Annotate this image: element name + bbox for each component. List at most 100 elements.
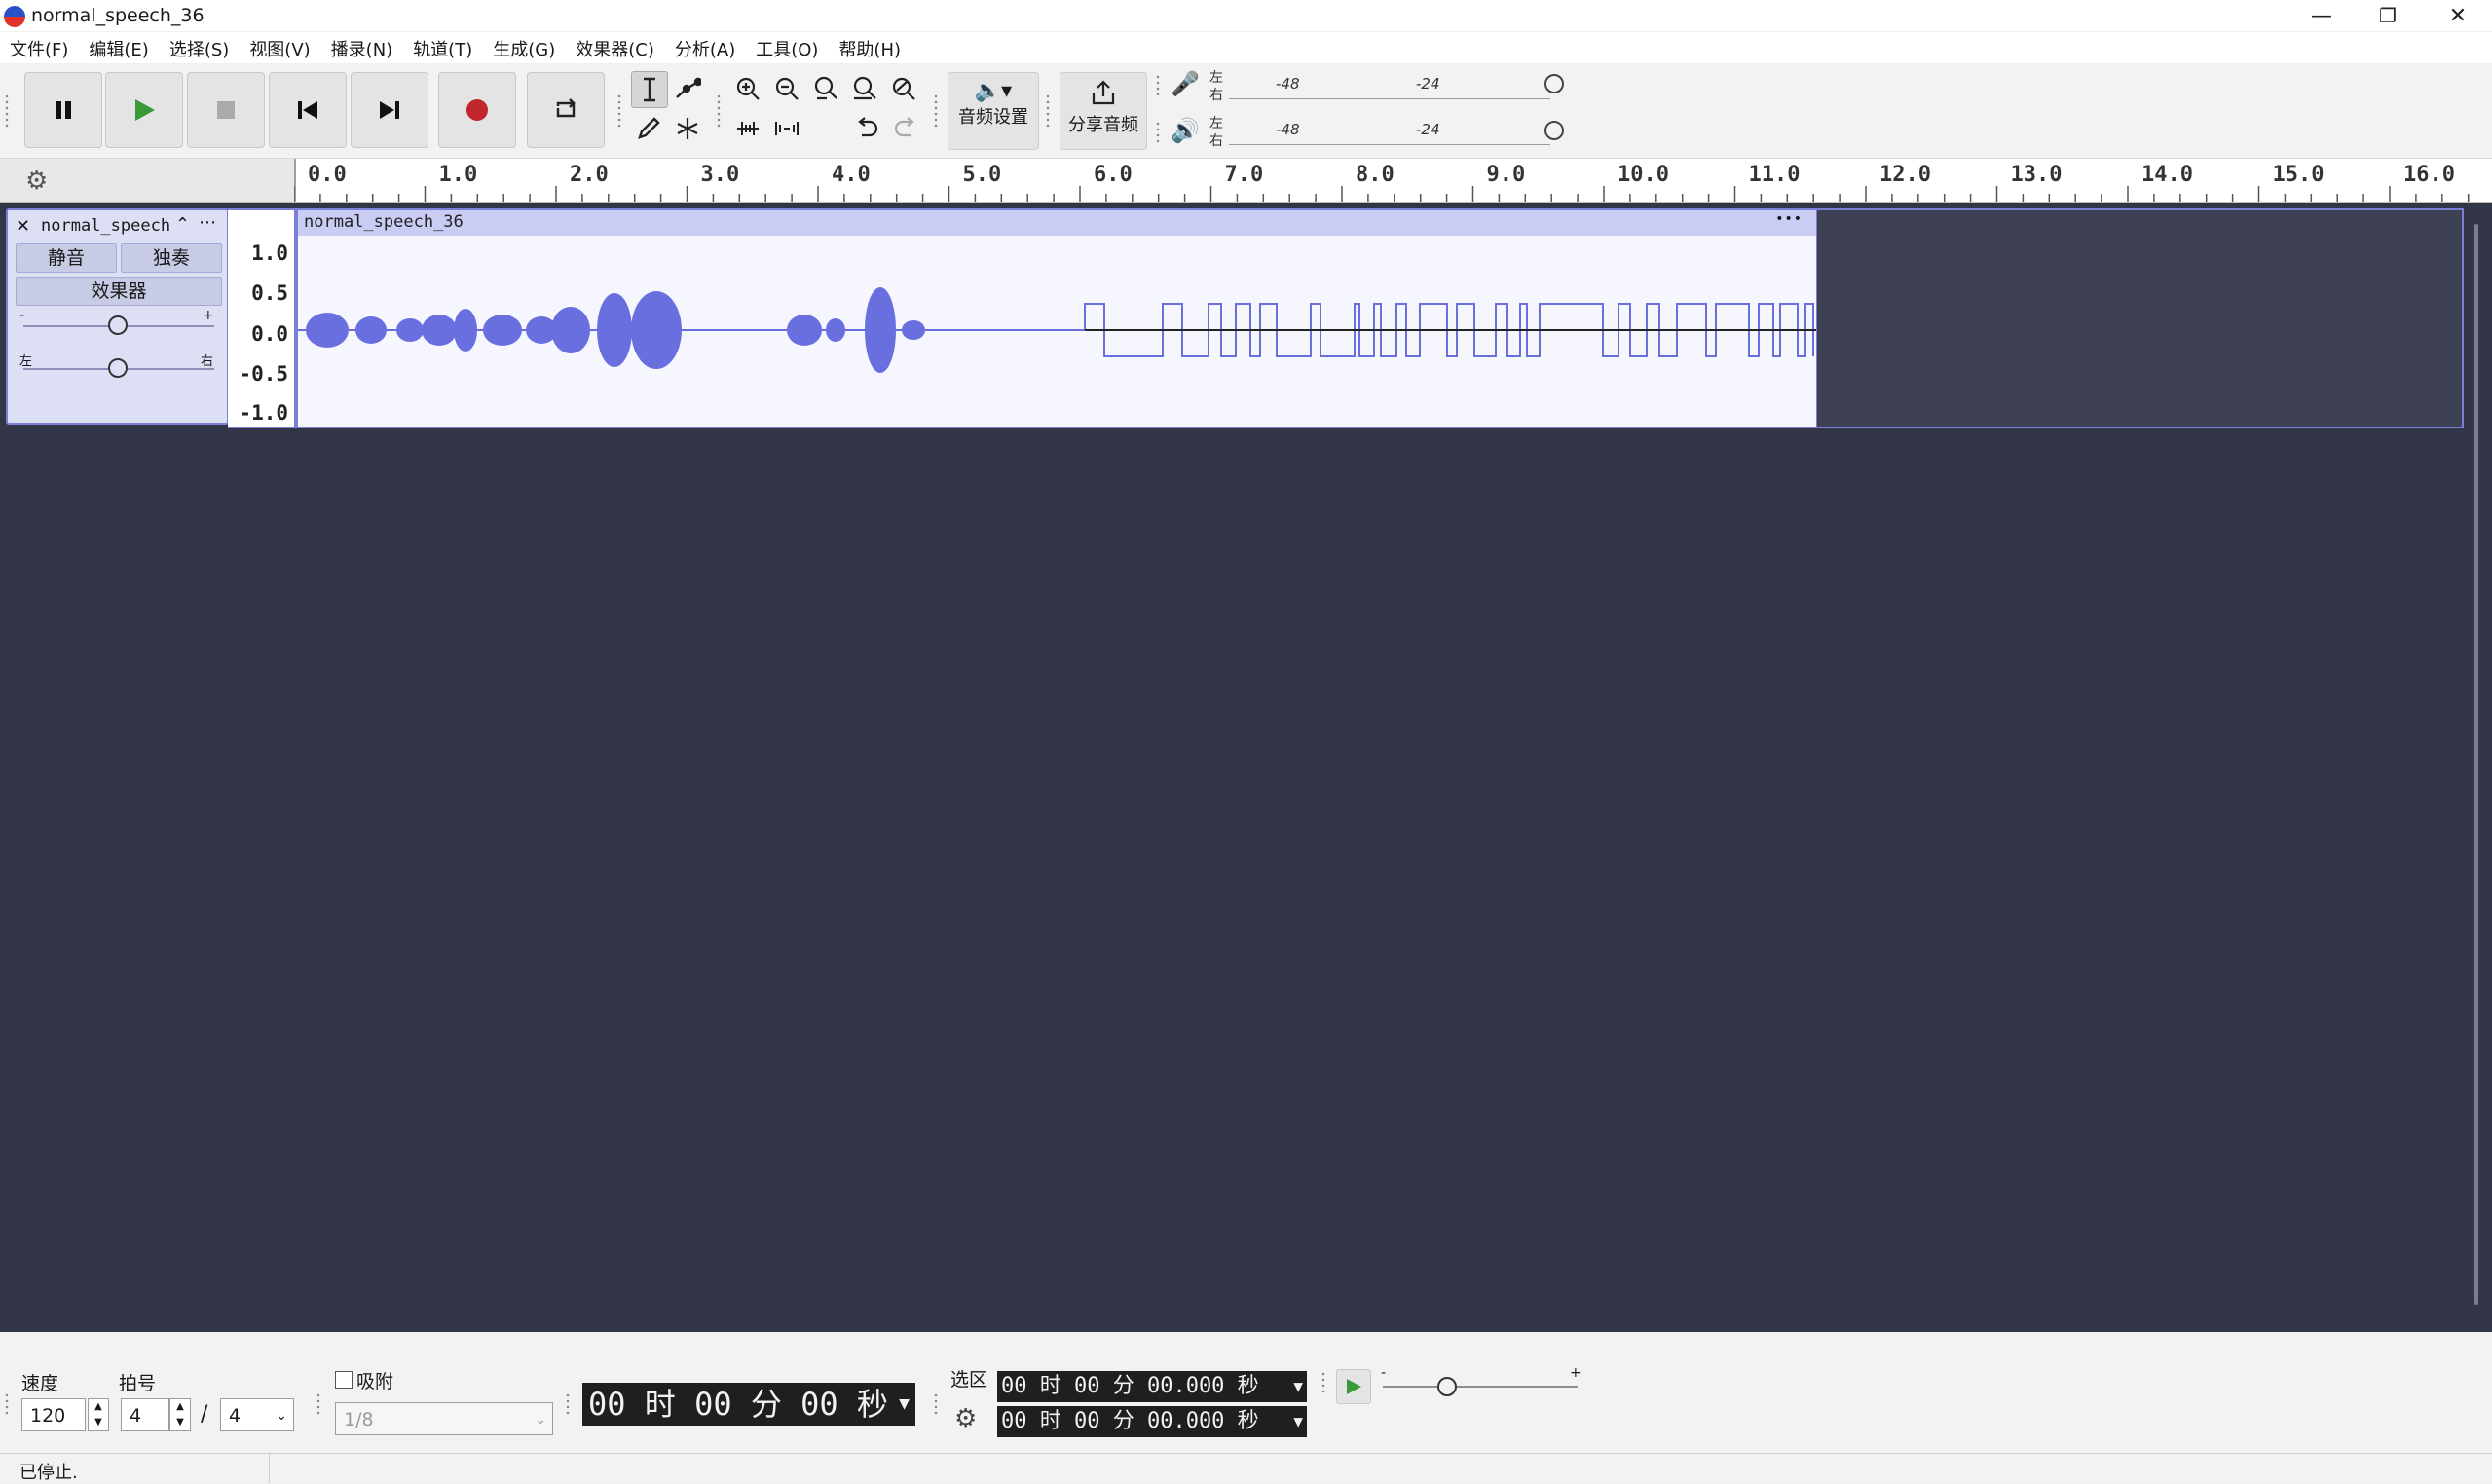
microphone-icon[interactable]: 🎤 bbox=[1171, 70, 1200, 97]
audio-clip[interactable]: normal_speech_36 ••• bbox=[296, 208, 1818, 428]
clip-header[interactable]: normal_speech_36 ••• bbox=[298, 210, 1816, 236]
play-meter[interactable]: -48 -24 bbox=[1229, 115, 1550, 145]
snap-select[interactable]: 1/8 ⌄ bbox=[335, 1402, 553, 1435]
toolbar-grip[interactable] bbox=[616, 93, 622, 129]
menu-select[interactable]: 选择(S) bbox=[160, 32, 240, 63]
menu-analyze[interactable]: 分析(A) bbox=[665, 32, 746, 63]
audio-setup-label: 音频设置 bbox=[958, 107, 1028, 128]
selection-gear-icon[interactable]: ⚙ bbox=[954, 1404, 977, 1433]
playback-speed-slider[interactable] bbox=[1383, 1386, 1578, 1388]
selection-tool-icon[interactable] bbox=[631, 71, 668, 108]
track-name[interactable]: normal_speech bbox=[41, 216, 170, 236]
title-bar: normal_speech_36 — ❐ ✕ bbox=[0, 0, 2492, 31]
menu-view[interactable]: 视图(V) bbox=[240, 32, 320, 63]
toolbar-grip[interactable] bbox=[316, 1392, 321, 1416]
tempo-label: 速度 bbox=[21, 1373, 59, 1394]
tempo-input[interactable]: 120 bbox=[21, 1398, 86, 1431]
waveform[interactable] bbox=[298, 236, 1816, 427]
multi-tool-icon[interactable] bbox=[670, 111, 705, 146]
snap-checkbox[interactable] bbox=[335, 1371, 353, 1389]
time-display[interactable]: 00 时 00 分 00 秒 ▼ bbox=[582, 1383, 915, 1426]
vertical-scrollbar[interactable] bbox=[2474, 224, 2478, 1305]
stop-button[interactable] bbox=[187, 72, 265, 148]
menu-help[interactable]: 帮助(H) bbox=[829, 32, 911, 63]
draw-tool-icon[interactable] bbox=[631, 111, 666, 146]
menu-effects[interactable]: 效果器(C) bbox=[566, 32, 665, 63]
toolbar-grip[interactable] bbox=[1045, 93, 1051, 129]
zoom-toggle-icon[interactable] bbox=[886, 71, 921, 106]
effects-button[interactable]: 效果器 bbox=[16, 277, 222, 306]
silence-audio-icon[interactable] bbox=[769, 111, 804, 146]
amplitude-scale[interactable]: 1.0 0.5 0.0 -0.5 -1.0 bbox=[228, 208, 296, 428]
time-format-dropdown-icon[interactable]: ▼ bbox=[1293, 1406, 1303, 1437]
gain-plus-label: + bbox=[203, 308, 214, 323]
play-button[interactable] bbox=[105, 72, 183, 148]
track-control-panel[interactable]: ✕ normal_speech ⌃ ⋯ 静音 独奏 效果器 - + 左 右 bbox=[6, 208, 229, 425]
pan-slider-knob[interactable] bbox=[108, 358, 128, 378]
envelope-tool-icon[interactable] bbox=[670, 71, 705, 106]
undo-icon[interactable] bbox=[849, 111, 884, 146]
track-menu-icon[interactable]: ⋯ bbox=[199, 212, 216, 233]
redo-icon[interactable] bbox=[888, 111, 923, 146]
pause-button[interactable] bbox=[24, 72, 102, 148]
toolbar-grip[interactable] bbox=[716, 93, 722, 129]
play-meter-slider-knob[interactable] bbox=[1544, 121, 1564, 140]
collapse-chevron-icon[interactable]: ⌃ bbox=[175, 214, 190, 235]
share-audio-button[interactable]: 分享音频 bbox=[1060, 72, 1147, 150]
toolbar-grip[interactable] bbox=[1155, 74, 1161, 95]
menu-tools[interactable]: 工具(O) bbox=[746, 32, 829, 63]
solo-button[interactable]: 独奏 bbox=[121, 243, 222, 273]
fit-selection-icon[interactable] bbox=[808, 71, 843, 106]
speed-plus-label: + bbox=[1570, 1365, 1581, 1381]
numerator-stepper-icon[interactable]: ▲ ▼ bbox=[169, 1398, 191, 1431]
audio-setup-button[interactable]: 🔈▾ 音频设置 bbox=[948, 72, 1039, 150]
track-empty-region[interactable] bbox=[1817, 208, 2464, 428]
record-button[interactable] bbox=[438, 72, 516, 148]
gain-minus-label: - bbox=[19, 308, 25, 323]
toolbar-grip[interactable] bbox=[4, 93, 10, 129]
zoom-in-icon[interactable] bbox=[730, 71, 765, 106]
selection-start-time[interactable]: 00 时 00 分 00.000 秒 ▼ bbox=[997, 1371, 1307, 1402]
status-bar: 已停止. bbox=[0, 1453, 2492, 1483]
toolbar-grip[interactable] bbox=[933, 93, 939, 129]
toolbar-grip[interactable] bbox=[4, 1392, 10, 1416]
toolbar-grip[interactable] bbox=[1320, 1371, 1326, 1394]
toolbar-grip[interactable] bbox=[1155, 121, 1161, 142]
mute-button[interactable]: 静音 bbox=[16, 243, 117, 273]
toolbar-grip[interactable] bbox=[565, 1392, 571, 1416]
time-format-dropdown-icon[interactable]: ▼ bbox=[899, 1383, 910, 1426]
close-button[interactable]: ✕ bbox=[2425, 0, 2491, 31]
record-meter-slider-knob[interactable] bbox=[1544, 74, 1564, 93]
clip-menu-icon[interactable]: ••• bbox=[1775, 211, 1803, 227]
timeline-ruler[interactable]: ⚙ 0.0 1.0 2.0 3.0 4.0 5.0 6.0 7.0 8.0 9.0 10.0 11.0… bbox=[0, 159, 2492, 203]
trim-audio-icon[interactable] bbox=[730, 111, 765, 146]
skip-to-start-button[interactable] bbox=[269, 72, 347, 148]
gain-slider-knob[interactable] bbox=[108, 315, 128, 335]
close-track-icon[interactable]: ✕ bbox=[16, 216, 30, 237]
time-signature-denominator-select[interactable]: 4 ⌄ bbox=[220, 1398, 294, 1431]
loop-button[interactable] bbox=[527, 72, 605, 148]
play-at-speed-button[interactable] bbox=[1336, 1369, 1371, 1404]
track-area[interactable]: ✕ normal_speech ⌃ ⋯ 静音 独奏 效果器 - + 左 右 1.… bbox=[0, 203, 2492, 1332]
selection-end-time[interactable]: 00 时 00 分 00.000 秒 ▼ bbox=[997, 1406, 1307, 1437]
time-format-dropdown-icon[interactable]: ▼ bbox=[1293, 1371, 1303, 1402]
menu-transport[interactable]: 播录(N) bbox=[321, 32, 404, 63]
tempo-stepper-icon[interactable]: ▲ ▼ bbox=[88, 1398, 109, 1431]
toolbar-grip[interactable] bbox=[933, 1392, 939, 1416]
menu-generate[interactable]: 生成(G) bbox=[483, 32, 566, 63]
zoom-out-icon[interactable] bbox=[769, 71, 804, 106]
record-meter[interactable]: -48 -24 bbox=[1229, 69, 1550, 99]
fit-project-icon[interactable] bbox=[847, 71, 882, 106]
playback-speed-knob[interactable] bbox=[1437, 1377, 1457, 1396]
minimize-button[interactable]: — bbox=[2288, 0, 2355, 31]
play-icon bbox=[1347, 1379, 1361, 1394]
skip-to-end-button[interactable] bbox=[351, 72, 428, 148]
scale-label: 0.5 bbox=[251, 281, 288, 305]
menu-tracks[interactable]: 轨道(T) bbox=[403, 32, 483, 63]
time-signature-numerator-input[interactable]: 4 bbox=[121, 1398, 169, 1431]
restore-button[interactable]: ❐ bbox=[2355, 0, 2421, 31]
menu-edit[interactable]: 编辑(E) bbox=[79, 32, 159, 63]
speaker-icon[interactable]: 🔊 bbox=[1171, 117, 1200, 144]
menu-file[interactable]: 文件(F) bbox=[0, 32, 79, 63]
gear-icon[interactable]: ⚙ bbox=[25, 167, 48, 196]
